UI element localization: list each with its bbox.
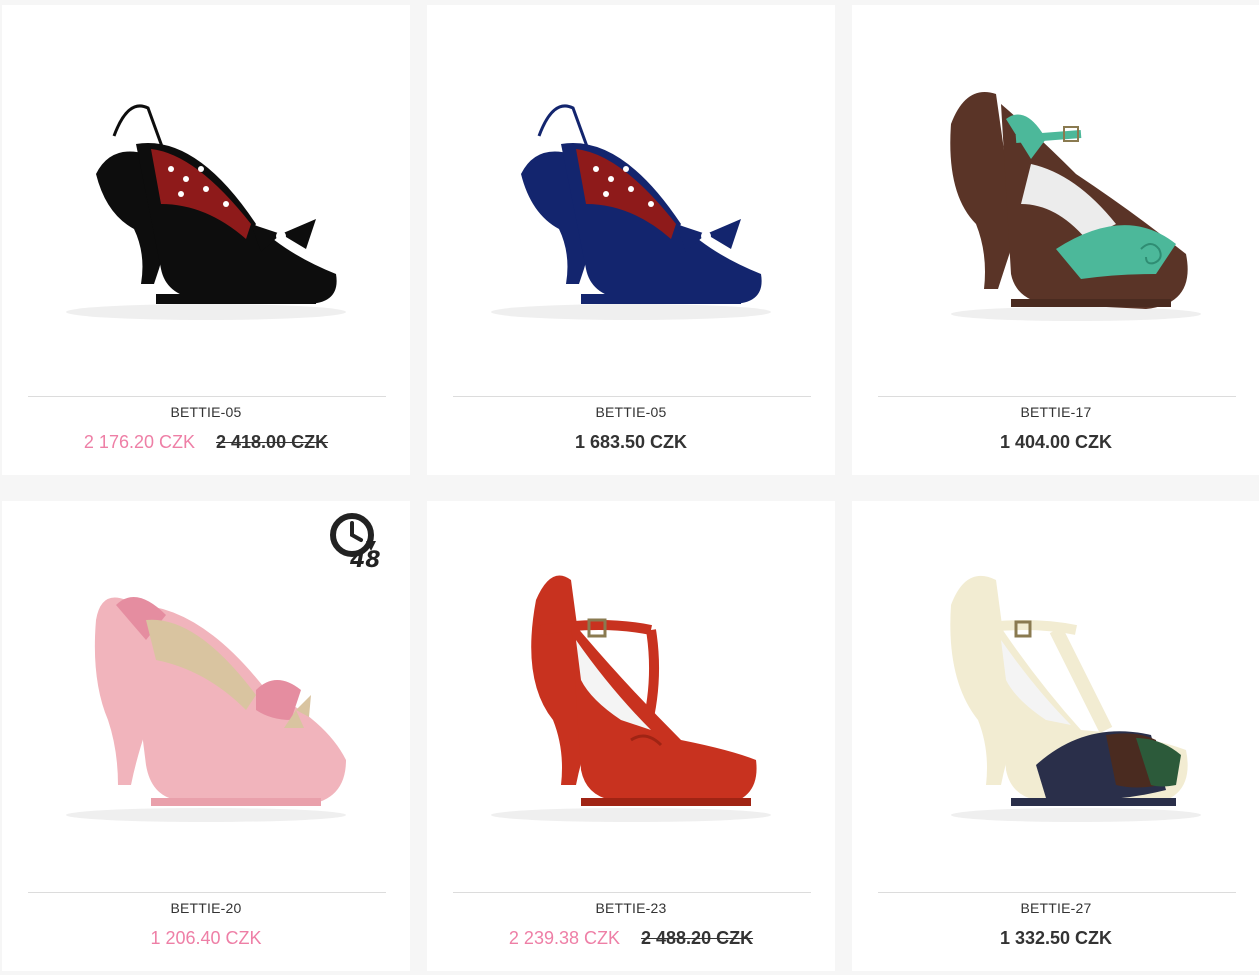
price: 1 404.00 CZK [999, 432, 1113, 452]
product-name[interactable]: BETTIE-05 [427, 404, 835, 420]
product-card[interactable]: BETTIE-17 1 404.00 CZK [852, 5, 1259, 475]
shoe-ankle-strap-cream-navy-image [950, 575, 1201, 822]
clock-48h-delivery-icon: 48 [330, 513, 381, 573]
shoe-t-strap-red-image [491, 575, 771, 822]
old-price: 2 418.00 CZK [216, 432, 329, 452]
product-name[interactable]: BETTIE-27 [852, 900, 1259, 916]
product-name[interactable]: BETTIE-23 [427, 900, 835, 916]
divider [453, 396, 811, 397]
product-prices: 2 239.38 CZK 2 488.20 CZK [427, 928, 835, 949]
price: 1 332.50 CZK [999, 928, 1113, 948]
old-price: 2 488.20 CZK [641, 928, 754, 948]
price: 1 683.50 CZK [574, 432, 688, 452]
product-prices: 1 206.40 CZK [2, 928, 410, 949]
product-image[interactable] [852, 5, 1259, 393]
sale-price: 2 176.20 CZK [83, 432, 195, 452]
sale-price: 2 239.38 CZK [508, 928, 620, 948]
product-card[interactable]: BETTIE-23 2 239.38 CZK 2 488.20 CZK [427, 501, 835, 971]
divider [28, 396, 386, 397]
product-card[interactable]: BETTIE-05 2 176.20 CZK 2 418.00 CZK [2, 5, 410, 475]
product-prices: 1 404.00 CZK [852, 432, 1259, 453]
product-card[interactable]: 48 BETTIE-20 1 206.40 CZK [2, 501, 410, 971]
divider [28, 892, 386, 893]
divider [878, 396, 1236, 397]
divider [453, 892, 811, 893]
product-prices: 1 332.50 CZK [852, 928, 1259, 949]
product-card[interactable]: BETTIE-05 1 683.50 CZK [427, 5, 835, 475]
product-image[interactable] [2, 5, 410, 393]
product-image[interactable] [427, 5, 835, 393]
product-grid: BETTIE-05 2 176.20 CZK 2 418.00 CZK BETT… [0, 0, 1259, 975]
shoe-mary-jane-brown-teal-image [950, 92, 1201, 321]
product-name[interactable]: BETTIE-20 [2, 900, 410, 916]
svg-text:48: 48 [349, 548, 381, 569]
48h-delivery-badge: 48 [328, 511, 382, 573]
product-image[interactable] [852, 501, 1259, 889]
shoe-pump-pink-image [66, 597, 346, 822]
product-prices: 1 683.50 CZK [427, 432, 835, 453]
product-prices: 2 176.20 CZK 2 418.00 CZK [2, 432, 410, 453]
product-name[interactable]: BETTIE-05 [2, 404, 410, 420]
product-card[interactable]: BETTIE-27 1 332.50 CZK [852, 501, 1259, 971]
product-image[interactable] [427, 501, 835, 889]
shoe-slingback-navy-image [491, 99, 771, 320]
shoe-slingback-black-image [66, 99, 346, 320]
sale-price: 1 206.40 CZK [150, 928, 262, 948]
divider [878, 892, 1236, 893]
product-name[interactable]: BETTIE-17 [852, 404, 1259, 420]
